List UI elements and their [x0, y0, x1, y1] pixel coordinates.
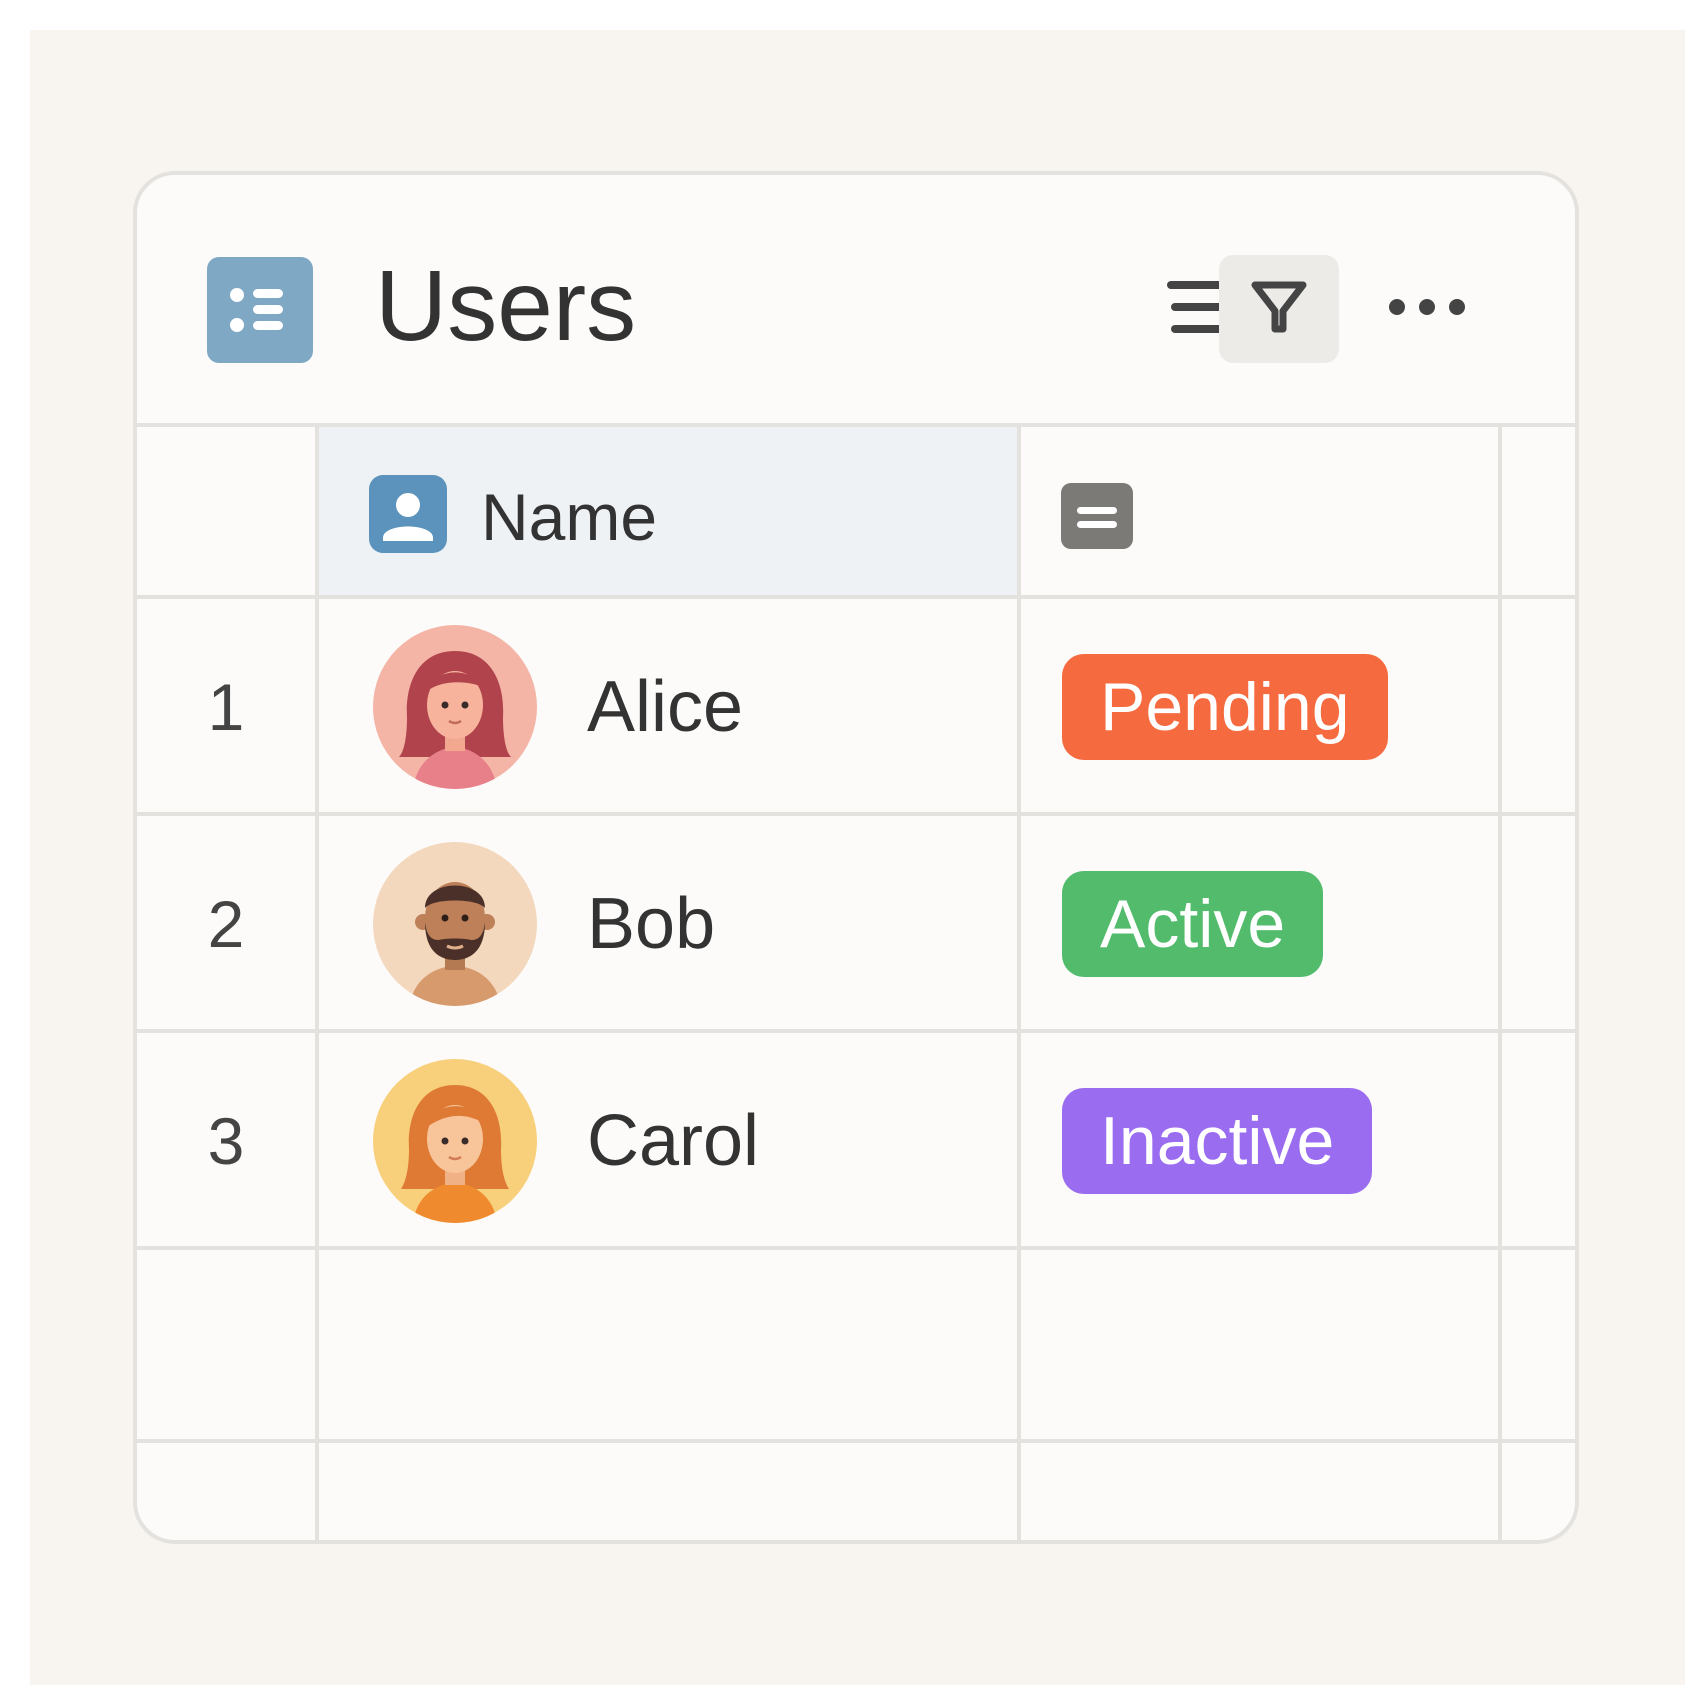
woman-red-hair-avatar — [373, 625, 537, 789]
empty-table-row[interactable] — [137, 1250, 1575, 1443]
user-name: Alice — [587, 667, 744, 747]
table-row[interactable]: 3 Carol Inactive — [137, 1033, 1575, 1250]
user-name: Bob — [587, 884, 716, 964]
text-icon[interactable] — [1061, 483, 1133, 549]
column-header-row: Name — [137, 427, 1575, 599]
row-number: 3 — [207, 1104, 245, 1178]
user-name: Carol — [587, 1101, 760, 1181]
woman-orange-hair-avatar — [373, 1059, 537, 1223]
column-header-name-label: Name — [481, 480, 658, 554]
more-dots-icon — [1387, 295, 1467, 324]
column-header-name[interactable]: Name — [319, 427, 1017, 595]
empty-table-row[interactable] — [137, 1443, 1575, 1540]
database-table-card: Users Name 1 Alice Pending 2 Bob Active … — [133, 171, 1579, 1544]
table-header: Users — [137, 175, 1575, 427]
column-divider — [315, 427, 319, 1540]
status-badge[interactable]: Active — [1062, 871, 1324, 977]
more-options-button[interactable] — [1367, 255, 1487, 363]
filter-button[interactable] — [1219, 255, 1339, 363]
list-icon[interactable] — [207, 257, 313, 363]
row-number: 2 — [207, 887, 245, 961]
table-row[interactable]: 1 Alice Pending — [137, 599, 1575, 816]
person-icon — [369, 475, 447, 553]
row-number: 1 — [207, 670, 245, 744]
status-badge[interactable]: Inactive — [1062, 1088, 1373, 1194]
table-row[interactable]: 2 Bob Active — [137, 816, 1575, 1033]
filter-icon — [1247, 275, 1311, 344]
column-divider — [1017, 427, 1021, 1540]
man-beard-avatar — [373, 842, 537, 1006]
page-title: Users — [375, 250, 637, 362]
column-divider — [1498, 427, 1502, 1540]
status-badge[interactable]: Pending — [1062, 654, 1388, 760]
